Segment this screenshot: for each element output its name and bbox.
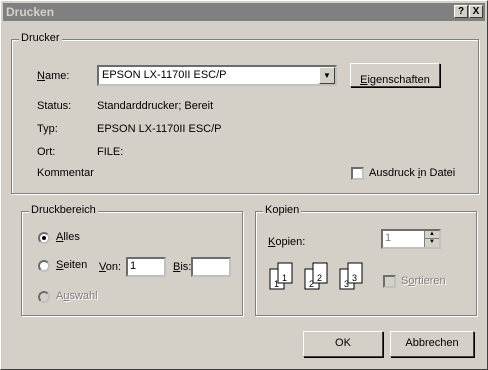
from-label: Von: [99,261,122,273]
print-to-file-checkbox[interactable] [351,167,364,180]
close-button[interactable]: X [469,5,483,18]
collate-page-label: 1 [282,273,288,283]
range-selection-label[interactable]: Auswahl [56,290,98,302]
help-icon: ? [457,6,465,17]
spinner-arrows-icon[interactable]: ▲ ▼ [424,231,439,247]
collate-page-label: 2 [317,273,323,283]
spinner-up-icon[interactable]: ▲ [425,231,439,239]
copies-label: Kopien: [268,236,306,248]
copies-value: 1 [385,232,392,244]
name-label: Name: [37,70,70,82]
from-input[interactable]: 1 [126,257,166,277]
copies-legend: Kopien [263,204,302,216]
spinner-down-icon[interactable]: ▼ [425,239,439,246]
from-input-value: 1 [130,260,137,272]
copies-spinner[interactable]: 1 ▲ ▼ [381,229,441,249]
cancel-button[interactable]: Abbrechen [390,331,474,357]
collate-page-label: 2 [309,279,315,289]
printer-name-value: EPSON LX-1170II ESC/P [102,69,227,81]
range-all-label[interactable]: Alles [56,231,80,243]
location-label: Ort: [37,146,56,158]
printer-name-select[interactable]: EPSON LX-1170II ESC/P ▼ [97,65,337,86]
print-range-legend: Druckbereich [29,204,98,216]
range-pages-radio[interactable] [38,260,50,272]
collate-page-label: 3 [352,273,358,283]
range-all-radio[interactable] [38,232,50,244]
range-pages-label[interactable]: Seiten [56,259,87,271]
print-dialog: Drucken ? X Drucker Name: EPSON LX-1170I… [0,0,488,370]
properties-button[interactable]: Eigenschaften [350,63,440,87]
type-value: EPSON LX-1170II ESC/P [97,123,222,135]
printer-group-legend: Drucker [19,32,62,44]
help-button[interactable]: ? [454,5,468,18]
status-label: Status: [37,100,72,112]
ok-button-label: OK [335,337,351,349]
location-value: FILE: [97,146,124,158]
dialog-title: Drucken [6,5,55,19]
collate-label[interactable]: Sortieren [401,275,446,287]
collate-pages-icon: 1 1 2 2 3 3 [269,259,379,299]
range-selection-radio[interactable] [38,291,50,303]
to-label: Bis: [173,261,192,273]
type-label: Typ: [37,123,58,135]
status-value: Standarddrucker; Bereit [97,100,214,112]
print-to-file-label[interactable]: Ausdruck in Datei [369,167,455,179]
titlebar[interactable]: Drucken ? X [3,3,485,21]
close-icon: X [472,6,480,17]
comment-label: Kommentar [37,167,94,179]
chevron-down-icon[interactable]: ▼ [319,67,335,84]
ok-button[interactable]: OK [303,331,383,357]
to-input[interactable] [191,257,231,277]
collate-page-label: 3 [344,279,350,289]
collate-checkbox[interactable] [383,275,396,288]
cancel-button-label: Abbrechen [405,337,459,349]
collate-page-label: 1 [274,279,280,289]
